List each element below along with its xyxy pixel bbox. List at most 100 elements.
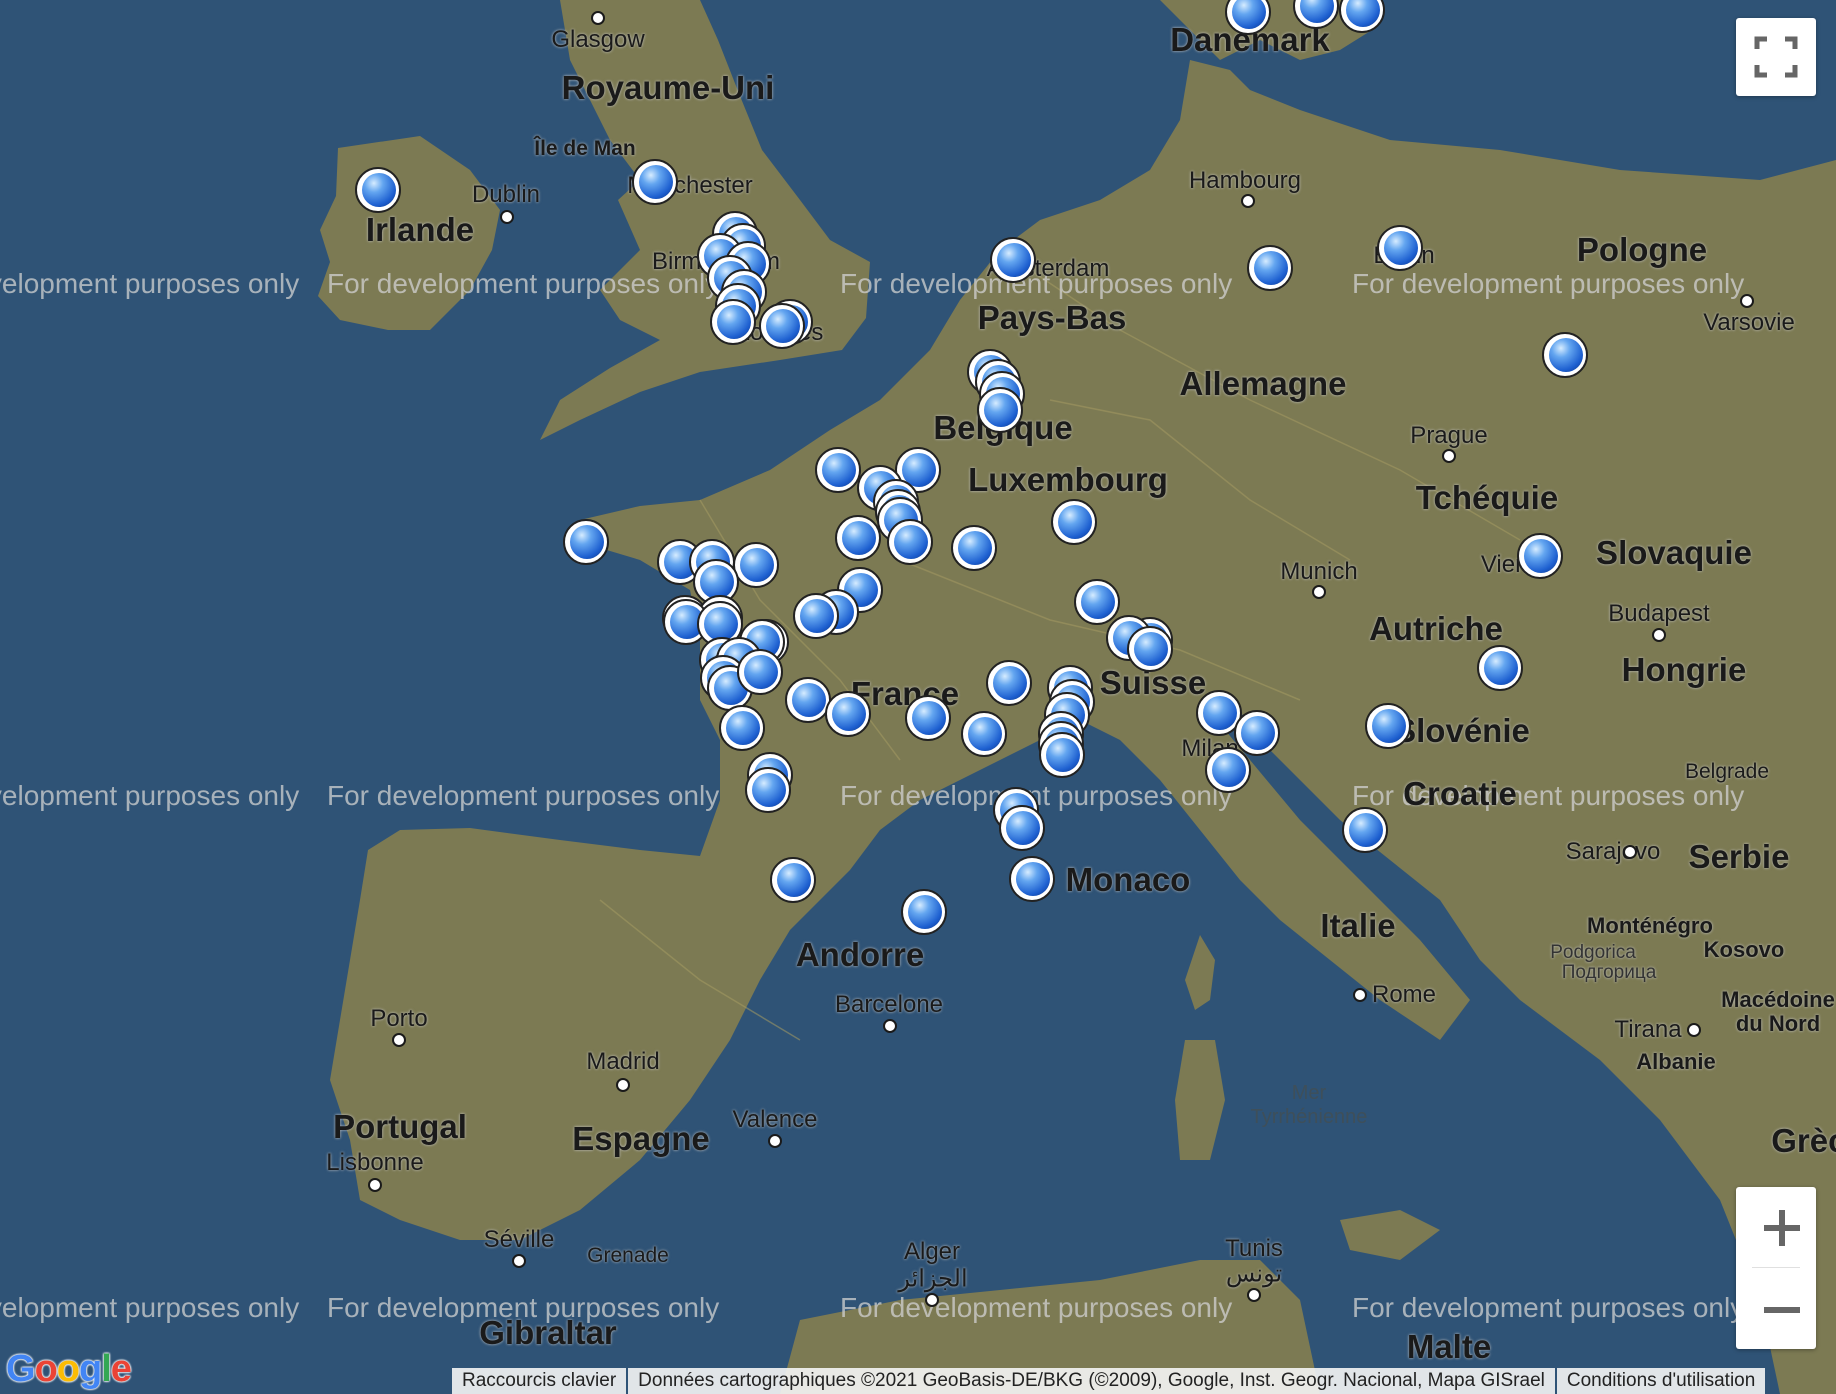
marker-icon: [1241, 716, 1275, 750]
map-marker[interactable]: [759, 303, 805, 349]
map-marker[interactable]: [737, 649, 783, 695]
minus-icon: [1764, 1307, 1800, 1313]
zoom-divider: [1752, 1267, 1800, 1268]
city-dot: [1442, 449, 1456, 463]
country-label-croatie: Croatie: [1403, 775, 1517, 812]
marker-icon: [792, 683, 826, 717]
marker-icon: [700, 565, 734, 599]
city-dot: [1652, 628, 1666, 642]
country-label-kosovo: Kosovo: [1703, 937, 1785, 962]
map-marker[interactable]: [632, 159, 678, 205]
map-marker[interactable]: [1009, 856, 1055, 902]
map-marker[interactable]: [977, 387, 1023, 433]
marker-icon: [639, 165, 673, 199]
marker-icon: [1006, 811, 1040, 845]
map-marker[interactable]: [986, 660, 1032, 706]
map-marker[interactable]: [961, 711, 1007, 757]
city-dot: [883, 1019, 897, 1033]
city-label-belgrade: Belgrade: [1684, 760, 1770, 783]
marker-icon: [744, 655, 778, 689]
city-dot: [616, 1078, 630, 1092]
map-attribution: Données cartographiques ©2021 GeoBasis-D…: [628, 1368, 1555, 1394]
marker-icon: [1058, 505, 1092, 539]
city-dot: [925, 1293, 939, 1307]
fullscreen-button[interactable]: [1736, 18, 1816, 96]
city-label-dublin: Dublin: [471, 181, 541, 208]
city-label-prague: Prague: [1410, 422, 1488, 449]
marker-icon: [1016, 862, 1050, 896]
marker-icon: [1484, 651, 1518, 685]
city-label-podgorica: Podgorica: [1550, 942, 1636, 963]
country-label-hongrie: Hongrie: [1621, 651, 1747, 688]
map-marker[interactable]: [1051, 499, 1097, 545]
marker-icon: [1349, 813, 1383, 847]
map-marker[interactable]: [901, 889, 947, 935]
city-label-madrid: Madrid: [586, 1048, 660, 1075]
map-marker[interactable]: [563, 519, 609, 565]
country-label-serbie: Serbie: [1688, 838, 1790, 875]
map-marker[interactable]: [1127, 626, 1173, 672]
map-marker[interactable]: [745, 767, 791, 813]
city-dot: [1623, 845, 1637, 859]
country-label-portugal: Portugal: [333, 1108, 467, 1145]
marker-icon: [908, 895, 942, 929]
city-dot: [1312, 585, 1326, 599]
city-label-alger: Alger: [903, 1238, 961, 1265]
map-marker[interactable]: [1477, 645, 1523, 691]
map-canvas[interactable]: For development purposes only For develop…: [0, 0, 1836, 1394]
zoom-out-button[interactable]: [1736, 1269, 1816, 1349]
google-logo[interactable]: Google: [6, 1348, 132, 1391]
city-label-podgorica-cyrillic: Подгорица: [1561, 962, 1657, 983]
map-marker[interactable]: [1247, 245, 1293, 291]
map-marker[interactable]: [887, 519, 933, 565]
city-label-sarajevo: Sarajevo: [1565, 838, 1661, 865]
marker-icon: [777, 863, 811, 897]
city-label-varsovie: Varsovie: [1703, 309, 1795, 336]
map-marker[interactable]: [835, 515, 881, 561]
map-marker[interactable]: [1517, 533, 1563, 579]
map-marker[interactable]: [990, 237, 1036, 283]
marker-icon: [968, 717, 1002, 751]
marker-icon: [1384, 231, 1418, 265]
map-marker[interactable]: [1377, 225, 1423, 271]
map-marker[interactable]: [1365, 703, 1411, 749]
city-label-ile-de-man: Île de Man: [534, 137, 636, 160]
watermark-text: For development purposes only: [0, 1292, 300, 1323]
marker-icon: [1212, 753, 1246, 787]
map-marker[interactable]: [1205, 747, 1251, 793]
city-dot: [1247, 1288, 1261, 1302]
map-marker[interactable]: [793, 593, 839, 639]
city-label-grenade: Grenade: [587, 1244, 669, 1267]
watermark-text: For development purposes only: [0, 268, 300, 299]
map-marker[interactable]: [1342, 807, 1388, 853]
map-marker[interactable]: [951, 525, 997, 571]
map-marker[interactable]: [719, 705, 765, 751]
keyboard-shortcuts-link[interactable]: Raccourcis clavier: [452, 1368, 627, 1394]
map-marker[interactable]: [1339, 0, 1385, 33]
map-marker[interactable]: [710, 299, 756, 345]
city-label-glasgow: Glasgow: [551, 26, 645, 53]
map-marker[interactable]: [733, 542, 779, 588]
map-marker[interactable]: [905, 695, 951, 741]
city-dot: [768, 1134, 782, 1148]
plus-icon: [1764, 1210, 1800, 1246]
marker-icon: [997, 243, 1031, 277]
country-label-italie: Italie: [1320, 907, 1396, 944]
map-marker[interactable]: [1039, 732, 1085, 778]
city-dot: [1353, 988, 1367, 1002]
country-label-slovenie: Slovénie: [1394, 712, 1530, 749]
map-marker[interactable]: [770, 857, 816, 903]
country-label-montenegro: Monténégro: [1587, 913, 1713, 938]
map-marker[interactable]: [1225, 0, 1271, 35]
terms-link[interactable]: Conditions d'utilisation: [1556, 1368, 1766, 1394]
map-marker[interactable]: [815, 447, 861, 493]
map-marker[interactable]: [355, 167, 401, 213]
map-marker[interactable]: [1542, 332, 1588, 378]
marker-icon: [894, 525, 928, 559]
map-marker[interactable]: [825, 691, 871, 737]
city-label-hambourg: Hambourg: [1188, 167, 1302, 194]
zoom-in-button[interactable]: [1736, 1187, 1816, 1267]
map-marker[interactable]: [1293, 0, 1339, 29]
map-marker[interactable]: [999, 805, 1045, 851]
country-label-andorre: Andorre: [795, 936, 925, 973]
